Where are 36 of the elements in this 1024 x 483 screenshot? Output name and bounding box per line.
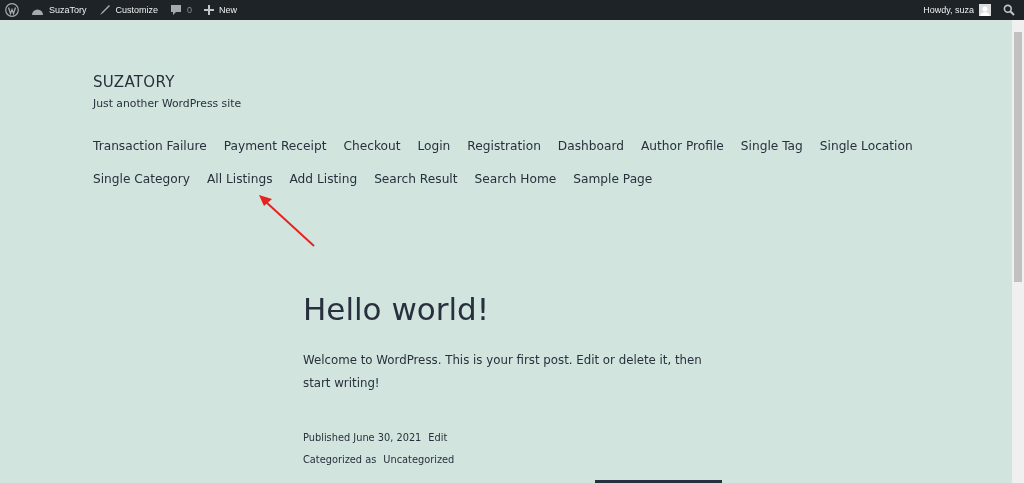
- menu-link[interactable]: Login: [417, 137, 451, 156]
- menu-link[interactable]: Checkout: [343, 137, 401, 156]
- category-label: Categorized as: [303, 453, 377, 467]
- menu-link[interactable]: Search Home: [474, 170, 557, 189]
- site-tagline: Just another WordPress site: [93, 97, 243, 110]
- scrollbar[interactable]: [1012, 20, 1024, 483]
- account-link[interactable]: Howdy, suza: [923, 4, 991, 16]
- search-icon[interactable]: [1003, 4, 1015, 16]
- new-link[interactable]: New: [204, 5, 238, 15]
- menu-link[interactable]: All Listings: [207, 170, 273, 189]
- menu-link[interactable]: Transaction Failure: [93, 137, 207, 156]
- menu-link[interactable]: Search Result: [374, 170, 458, 189]
- customize-link[interactable]: Customize: [98, 4, 159, 16]
- edit-link[interactable]: Edit: [428, 427, 448, 449]
- menu-link[interactable]: Author Profile: [641, 137, 724, 156]
- menu-link[interactable]: Payment Receipt: [223, 137, 327, 156]
- menu-link[interactable]: Single Location: [819, 137, 913, 156]
- comment-icon: [170, 4, 183, 16]
- menu-link[interactable]: Sample Page: [573, 170, 653, 189]
- post-title: Hello world!: [303, 290, 491, 329]
- wordpress-logo-icon[interactable]: [5, 3, 19, 17]
- post-text: Welcome to WordPress. This is your first post. Edit or delete it, then start writing!: [303, 352, 703, 392]
- annotation-arrow: [258, 194, 316, 248]
- menu-link[interactable]: Dashboard: [557, 137, 624, 156]
- avatar-icon: [979, 4, 991, 16]
- menu-link[interactable]: Add Listing: [289, 170, 358, 189]
- comments-link[interactable]: 0: [170, 4, 193, 16]
- category-link[interactable]: Uncategorized: [383, 449, 455, 471]
- menu-link[interactable]: Registration: [467, 137, 541, 156]
- plus-icon: [204, 5, 215, 15]
- menu-link[interactable]: Single Tag: [740, 137, 803, 156]
- site-link[interactable]: SuzaTory: [31, 4, 87, 16]
- site-title[interactable]: SUZATORY: [93, 73, 1012, 91]
- brush-icon: [98, 4, 111, 16]
- menu-link[interactable]: Single Category: [93, 170, 190, 189]
- published-date: Published June 30, 2021: [303, 431, 422, 445]
